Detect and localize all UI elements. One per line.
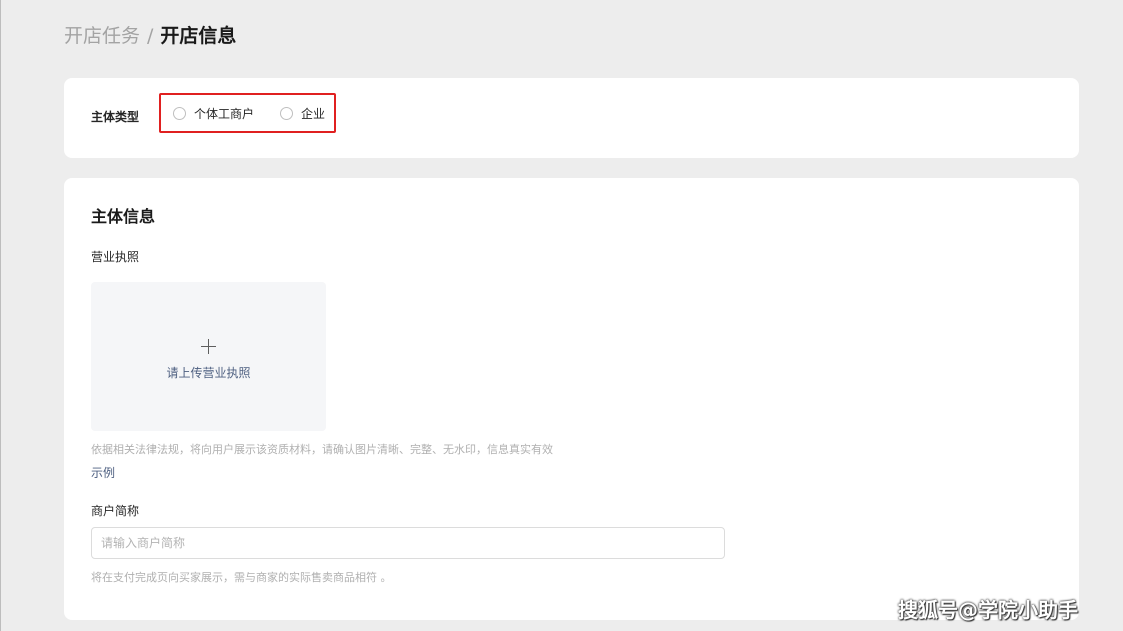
entity-type-label: 主体类型 (91, 110, 140, 124)
page-title: 开店信息 (160, 25, 237, 47)
entity-type-card: 主体类型 个体工商户 企业 (64, 78, 1079, 158)
section-title: 主体信息 (91, 207, 156, 226)
breadcrumb-separator: / (147, 25, 154, 47)
example-link[interactable]: 示例 (91, 464, 115, 481)
merchant-short-name-input[interactable] (91, 527, 725, 559)
plus-icon[interactable] (201, 338, 216, 354)
entity-type-radio-group: 个体工商户 企业 (159, 93, 336, 133)
breadcrumb: 开店任务 / 开店信息 (64, 24, 236, 48)
radio-option-individual[interactable]: 个体工商户 (173, 105, 254, 122)
merchant-short-name-hint: 将在支付完成页向买家展示，需与商家的实际售卖商品相符 。 (91, 571, 392, 584)
business-license-label: 营业执照 (91, 250, 140, 264)
business-license-upload[interactable]: 请上传营业执照 (91, 282, 326, 431)
watermark: 搜狐号@学院小助手 (898, 598, 1078, 622)
radio-option-enterprise[interactable]: 企业 (280, 105, 325, 122)
radio-label-individual[interactable]: 个体工商户 (194, 105, 254, 122)
radio-circle-icon[interactable] (173, 106, 186, 120)
radio-circle-icon[interactable] (280, 106, 294, 120)
merchant-short-name-label: 商户简称 (91, 504, 140, 518)
entity-info-card: 主体信息 营业执照 请上传营业执照 依据相关法律法规，将向用户展示该资质材料，请… (64, 178, 1079, 620)
upload-prompt[interactable]: 请上传营业执照 (166, 364, 250, 381)
breadcrumb-parent[interactable]: 开店任务 (64, 25, 140, 47)
business-license-hint: 依据相关法律法规，将向用户展示该资质材料，请确认图片清晰、完整、无水印，信息真实… (91, 443, 553, 456)
radio-label-enterprise[interactable]: 企业 (301, 105, 325, 122)
